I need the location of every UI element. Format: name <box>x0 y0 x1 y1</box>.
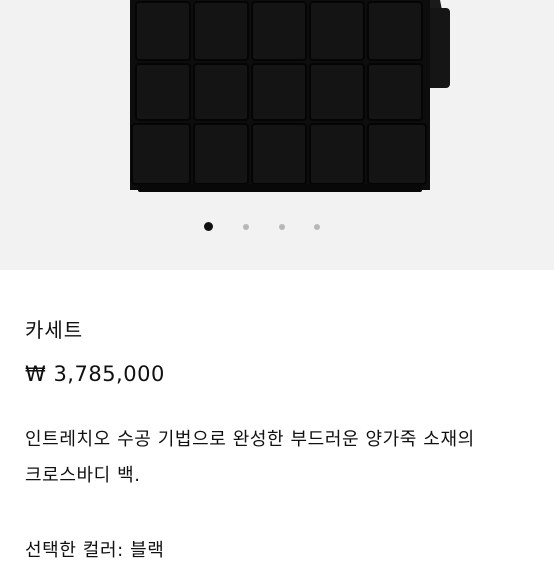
product-name: 카세트 <box>25 318 84 342</box>
carousel-dot-1[interactable] <box>204 222 213 231</box>
bag-body <box>130 0 430 192</box>
carousel-dots <box>0 220 554 234</box>
product-price: ₩ 3,785,000 <box>25 362 165 386</box>
product-image-gallery[interactable] <box>0 0 554 270</box>
description-line: 인트레치오 수공 기법으로 완성한 부드러운 양가죽 소재의 <box>25 429 475 450</box>
carousel-dot-3[interactable] <box>279 224 285 230</box>
selected-color-label[interactable]: 선택한 컬러: 블랙 <box>25 536 164 562</box>
carousel-dot-2[interactable] <box>243 224 249 230</box>
product-description: 인트레치오 수공 기법으로 완성한 부드러운 양가죽 소재의 크로스바디 백. <box>25 422 545 494</box>
carousel-dot-4[interactable] <box>314 224 320 230</box>
description-line: 크로스바디 백. <box>25 465 141 486</box>
